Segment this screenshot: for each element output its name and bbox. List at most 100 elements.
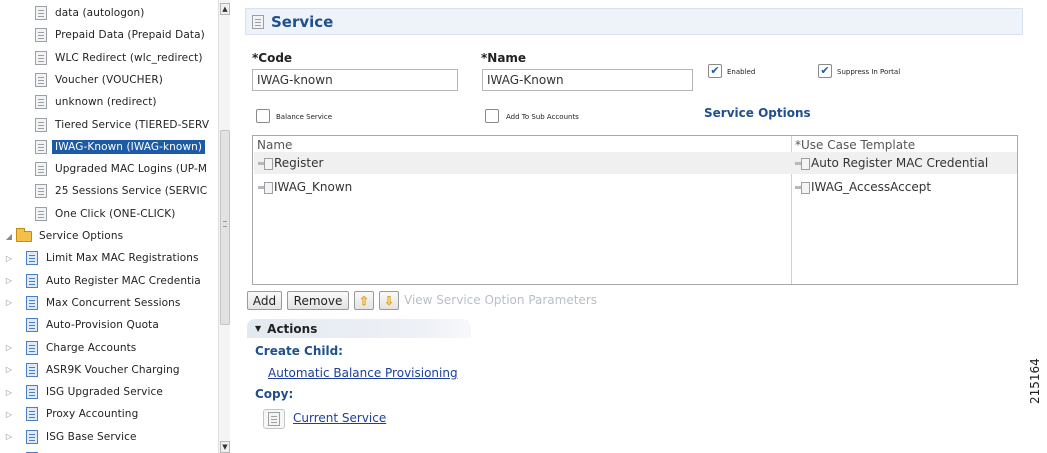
scroll-thumb[interactable] — [220, 130, 230, 325]
service-option-icon — [26, 385, 38, 400]
current-service-link[interactable]: Current Service — [293, 411, 386, 425]
code-input[interactable] — [252, 69, 458, 91]
document-icon — [268, 412, 280, 426]
tree-item[interactable]: Tiered Service (TIERED-SERV — [35, 114, 212, 136]
suppress-in-portal-label: Suppress In Portal — [837, 68, 901, 76]
move-down-button[interactable]: ⇩ — [379, 291, 399, 310]
service-option-icon — [26, 429, 38, 444]
tree-item[interactable]: ▷ Auto Register MAC Credentia — [4, 270, 204, 292]
folder-icon — [16, 227, 32, 242]
tree-item[interactable]: IWAG-Known (IWAG-known) — [35, 136, 206, 158]
enabled-checkbox[interactable]: ✔ — [708, 64, 722, 78]
service-panel: Service *Code *Name ✔ Enabled ✔ Suppress… — [245, 8, 1023, 444]
tree-item[interactable]: 25 Sessions Service (SERVIC — [35, 180, 210, 202]
tree-item[interactable]: ▷ ISG Upgraded Service — [4, 381, 166, 403]
scroll-up-button[interactable]: ▲ — [220, 3, 230, 15]
name-input[interactable] — [482, 69, 693, 91]
tree-item[interactable]: ▷ ISG Base Service — [4, 426, 140, 448]
document-icon — [35, 6, 47, 20]
balance-service-checkbox[interactable] — [256, 109, 270, 123]
document-icon — [35, 28, 47, 43]
tree-item[interactable]: Upgraded MAC Logins (UP-M — [35, 158, 210, 180]
expand-arrow-icon[interactable]: ▷ — [4, 343, 14, 352]
service-options-grid: Name *Use Case Template Register Auto Re… — [252, 135, 1018, 285]
template-icon — [795, 157, 810, 170]
name-label: *Name — [481, 51, 527, 65]
tree-item[interactable]: ▷ Limit Max MAC Registrations — [4, 247, 202, 269]
add-to-sub-accounts-checkbox[interactable] — [485, 109, 499, 123]
grip-icon — [223, 221, 227, 227]
tree-item[interactable]: ▷ ASR9K Voucher Charging — [4, 359, 183, 381]
view-service-option-parameters-link[interactable]: View Service Option Parameters — [404, 293, 597, 307]
column-header-template[interactable]: *Use Case Template — [795, 138, 915, 152]
expand-arrow-icon[interactable]: ▷ — [4, 298, 14, 307]
remove-button[interactable]: Remove — [287, 291, 349, 310]
service-option-icon — [26, 318, 38, 333]
tree-item[interactable]: unknown (redirect) — [35, 91, 160, 113]
tree-item-label: WLC Redirect (wlc_redirect) — [55, 51, 203, 64]
create-child-label: Create Child: — [255, 344, 343, 358]
tree-item-label: Voucher (VOUCHER) — [55, 73, 163, 86]
tree-item[interactable]: One Click (ONE-CLICK) — [35, 203, 178, 225]
tree-item-label: Limit Max MAC Registrations — [46, 252, 199, 265]
tree-item[interactable]: Voucher (VOUCHER) — [35, 69, 166, 91]
tree-scrollbar[interactable]: ▲ ▼ — [218, 0, 230, 453]
tree-item-label: ISG Base Service — [46, 430, 137, 443]
move-up-button[interactable]: ⇧ — [354, 291, 374, 310]
tree-item-label: Auto-Provision Quota — [46, 319, 159, 332]
service-options-title: Service Options — [704, 106, 811, 120]
automatic-balance-provisioning-link[interactable]: Automatic Balance Provisioning — [268, 366, 458, 380]
service-option-icon — [26, 273, 38, 288]
tree-item[interactable]: ▷ Proxy Accounting — [4, 403, 141, 425]
expand-arrow-icon[interactable]: ▷ — [4, 276, 14, 285]
document-icon — [35, 72, 47, 87]
table-row[interactable]: IWAG_Known IWAG_AccessAccept — [254, 176, 1017, 198]
tree-item[interactable]: ▷ Charge Accounts — [4, 337, 139, 359]
document-icon — [35, 117, 47, 132]
arrow-down-icon: ⇩ — [383, 293, 395, 308]
tree-item-label: 25 Sessions Service (SERVIC — [55, 185, 208, 198]
row-name: IWAG_Known — [274, 180, 353, 194]
row-template: Auto Register MAC Credential — [811, 156, 989, 170]
column-header-name[interactable]: Name — [257, 138, 292, 152]
enabled-label: Enabled — [727, 68, 756, 76]
service-icon — [252, 14, 264, 29]
arrow-up-icon: ⇧ — [358, 293, 370, 308]
actions-header[interactable]: ▼ Actions — [247, 319, 471, 338]
row-template: IWAG_AccessAccept — [811, 180, 932, 194]
actions-title: Actions — [267, 321, 318, 336]
tree-item-label: IWAG-Known (IWAG-known) — [52, 139, 206, 154]
scroll-down-button[interactable]: ▼ — [220, 441, 230, 453]
document-icon — [35, 139, 47, 154]
tree-item-label: ASR9K Voucher Charging — [46, 363, 180, 376]
tree-item[interactable]: Auto-Provision Quota — [4, 314, 162, 336]
service-option-icon — [26, 295, 38, 310]
expand-arrow-icon[interactable]: ▷ — [4, 254, 14, 263]
figure-id: 215164 — [1028, 358, 1042, 404]
table-row[interactable]: Register Auto Register MAC Credential — [254, 152, 1017, 174]
check-icon: ✔ — [710, 64, 720, 77]
tree-item[interactable]: ▷ASR9K configuration — [4, 448, 159, 453]
expand-arrow-icon[interactable]: ▷ — [4, 365, 14, 374]
copy-service-button[interactable] — [263, 409, 285, 429]
tree-item-label: data (autologon) — [55, 7, 145, 19]
tree-item[interactable]: Prepaid Data (Prepaid Data) — [35, 24, 208, 46]
tree-item[interactable]: data (autologon) — [35, 2, 148, 24]
service-option-icon — [26, 407, 38, 422]
suppress-in-portal-checkbox[interactable]: ✔ — [818, 64, 832, 78]
document-icon — [35, 184, 47, 199]
template-icon — [795, 181, 810, 194]
tree-item[interactable]: ▷ Max Concurrent Sessions — [4, 292, 184, 314]
tree-item[interactable]: WLC Redirect (wlc_redirect) — [35, 47, 206, 69]
tree-item-label: ISG Upgraded Service — [46, 386, 163, 399]
expand-arrow-icon[interactable]: ▷ — [4, 410, 14, 419]
service-option-icon — [26, 362, 38, 377]
expand-arrow-icon[interactable]: ▷ — [4, 432, 14, 441]
panel-title: Service — [271, 12, 334, 31]
add-button[interactable]: Add — [247, 291, 282, 310]
add-to-sub-accounts-label: Add To Sub Accounts — [506, 113, 579, 121]
collapse-arrow-icon[interactable]: ◢ — [4, 232, 14, 241]
tree-item[interactable]: ◢ Service Options — [4, 225, 126, 247]
expand-arrow-icon[interactable]: ▷ — [4, 388, 14, 397]
service-option-icon — [258, 181, 273, 194]
